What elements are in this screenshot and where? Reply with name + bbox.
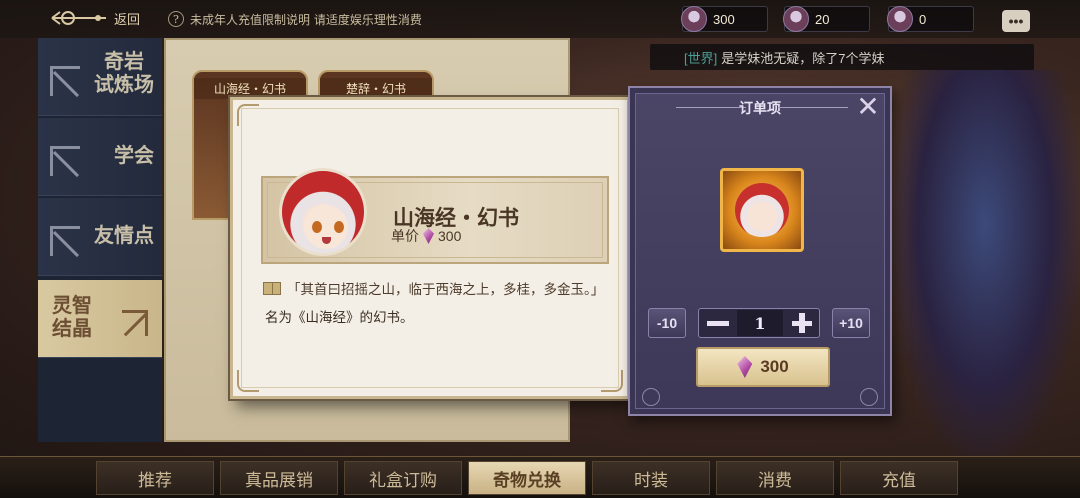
arrow-icon [122, 310, 148, 336]
character-avatar-icon [681, 6, 707, 32]
purchase-button[interactable]: 300 [696, 347, 830, 387]
quote-text: 「其首曰招摇之山，临于西海之上，多桂，多金玉。」 [287, 282, 605, 298]
plus-icon[interactable] [789, 312, 815, 334]
nav-label: 学会 [114, 143, 154, 167]
nav-item-trial-ground[interactable]: 奇岩 试炼场 [38, 38, 162, 116]
divider [778, 107, 848, 108]
crystal-gem-icon [423, 228, 434, 244]
world-chat-bar[interactable]: [世界] 是学妹池无疑，除了7个学妹 [650, 44, 1034, 70]
currency-value: 20 [815, 11, 830, 27]
back-button[interactable]: 返回 [48, 6, 140, 30]
shop-category-nav: 奇岩 试炼场 学会 友情点 灵智 结晶 [38, 38, 162, 442]
notice-text: 未成年人充值限制说明 请适度娱乐理性消费 [190, 12, 422, 27]
unit-price: 单价 300 [391, 226, 461, 246]
nav-item-friendship[interactable]: 友情点 [38, 198, 162, 276]
nav-label: 试炼场 [94, 72, 154, 96]
ornate-arrow-icon [51, 11, 106, 25]
corner-ornament [237, 104, 259, 126]
price-value: 300 [438, 228, 462, 244]
minor-notice[interactable]: ? 未成年人充值限制说明 请适度娱乐理性消费 [168, 9, 458, 29]
nav-label: 灵智 [52, 293, 92, 317]
tab-genuine-sale[interactable]: 真品展销 [220, 461, 338, 495]
world-message: 是学妹池无疑，除了7个学妹 [721, 50, 885, 66]
minus-icon[interactable] [703, 313, 733, 333]
tab-exchange[interactable]: 奇物兑换 [468, 461, 586, 495]
corner-ornament [860, 388, 878, 406]
price-label: 单价 [391, 228, 419, 244]
corner-ornament [642, 388, 660, 406]
nav-label: 友情点 [94, 223, 154, 247]
currency-value: 300 [713, 11, 735, 27]
currency-2[interactable]: 20 [783, 6, 870, 32]
item-quote: 「其首曰招摇之山，临于西海之上，多桂，多金玉。」 [263, 278, 604, 298]
corner-ornament [601, 370, 623, 392]
tab-recharge[interactable]: 充值 [840, 461, 958, 495]
arrow-icon [50, 146, 80, 176]
nav-label: 奇岩 [104, 49, 144, 73]
character-avatar-icon [887, 6, 913, 32]
close-icon[interactable]: ✕ [854, 93, 882, 122]
book-icon [263, 281, 281, 295]
plus-ten-button[interactable]: +10 [832, 308, 870, 338]
item-description: 名为《山海经》的幻书。 [265, 310, 414, 325]
quantity-value[interactable]: 1 [737, 310, 783, 336]
chat-bubble-icon[interactable]: ••• [1002, 10, 1030, 32]
currency-3[interactable]: 0 [887, 6, 974, 32]
tab-gift-box[interactable]: 礼盒订购 [344, 461, 462, 495]
minus-ten-button[interactable]: -10 [648, 308, 686, 338]
currency-value: 0 [919, 11, 927, 27]
currency-1[interactable]: 300 [681, 6, 768, 32]
shop-card-title: 楚辞・幻书 [320, 78, 432, 99]
character-avatar-icon [783, 6, 809, 32]
character-portrait [279, 168, 367, 256]
world-tag: [世界] [684, 50, 718, 66]
tab-consume[interactable]: 消费 [716, 461, 834, 495]
quantity-stepper: 1 [698, 308, 820, 338]
nav-item-society[interactable]: 学会 [38, 118, 162, 196]
crystal-gem-icon [737, 356, 753, 378]
background-character-art [890, 70, 1080, 456]
tab-fashion[interactable]: 时装 [592, 461, 710, 495]
shop-card-title: 山海经・幻书 [194, 78, 306, 99]
nav-label: 结晶 [52, 316, 92, 340]
corner-ornament [237, 370, 259, 392]
nav-item-crystal[interactable]: 灵智 结晶 [38, 280, 162, 358]
bottom-tab-bar: 推荐 真品展销 礼盒订购 奇物兑换 时装 消费 充值 [0, 456, 1080, 498]
arrow-icon [50, 226, 80, 256]
item-detail-dialog: 山海经・幻书 单价 300 「其首曰招摇之山，临于西海之上，多桂，多金玉。」 名… [230, 97, 630, 399]
back-label: 返回 [114, 12, 141, 28]
arrow-icon [50, 66, 80, 96]
purchase-total: 300 [760, 357, 789, 376]
tab-recommend[interactable]: 推荐 [96, 461, 214, 495]
order-item-icon [720, 168, 804, 252]
quantity-selector: -10 1 +10 [648, 306, 872, 338]
top-bar: 返回 ? 未成年人充值限制说明 请适度娱乐理性消费 300 20 0 ••• [0, 0, 1080, 38]
order-panel: 订单项 ✕ -10 1 +10 300 [628, 86, 892, 416]
question-icon: ? [168, 11, 184, 27]
order-title: 订单项 [739, 101, 781, 117]
